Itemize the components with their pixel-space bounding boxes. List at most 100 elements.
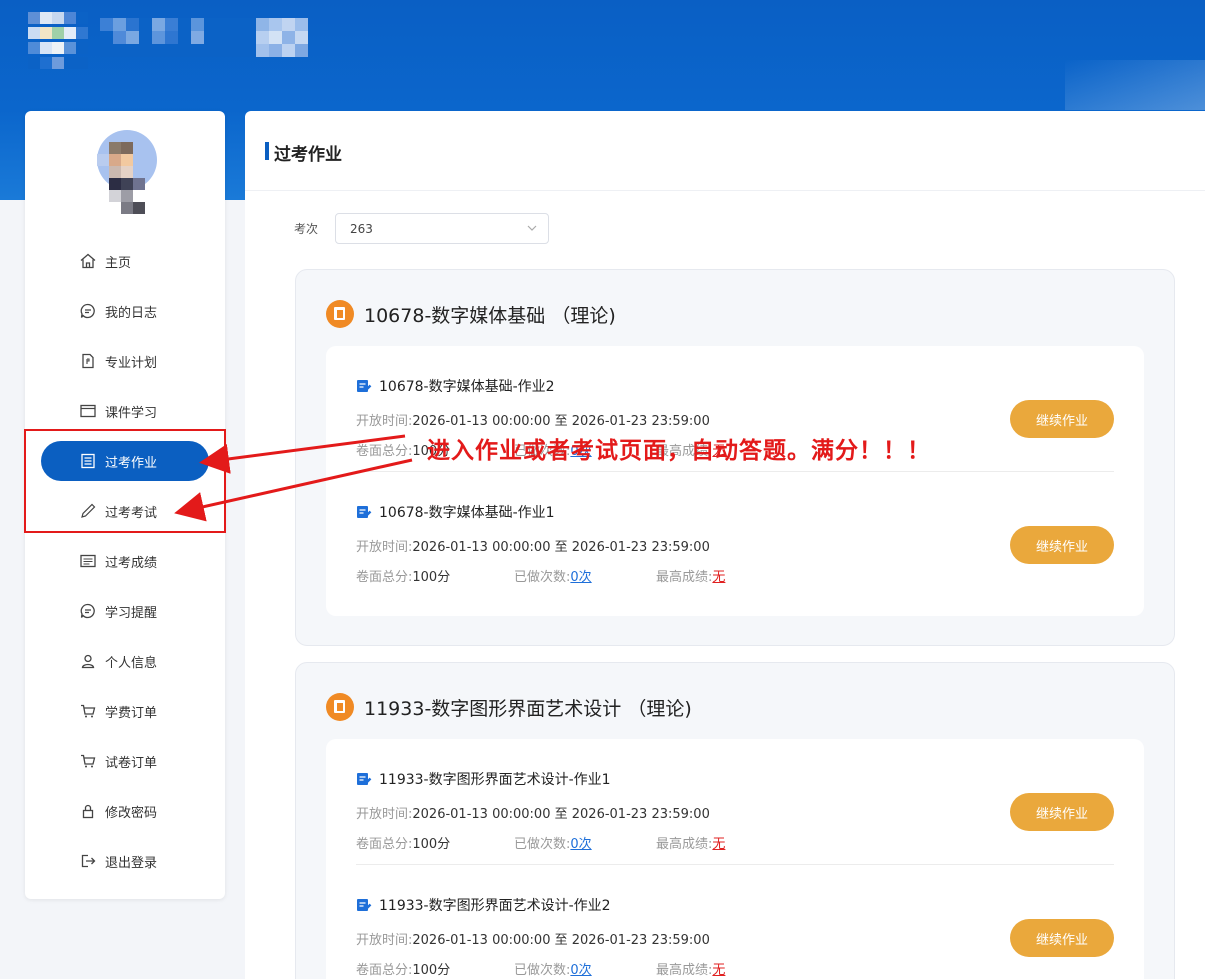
homework-list: 11933-数字图形界面艺术设计-作业1 开放时间:2026-01-13 00:… bbox=[326, 739, 1144, 979]
to-label: 至 bbox=[554, 540, 568, 555]
sidebar-item-label: 我的日志 bbox=[105, 305, 158, 321]
logout-icon bbox=[81, 854, 96, 868]
total-score: 100分 bbox=[412, 837, 451, 852]
sidebar-item-logout[interactable]: 退出登录 bbox=[25, 836, 225, 886]
homework-meta: 卷面总分: 100分 已做次数: 0次 最高成绩: 无 bbox=[356, 959, 725, 978]
document-icon bbox=[82, 353, 94, 369]
done-count-link[interactable]: 0次 bbox=[570, 959, 591, 978]
total-label: 卷面总分: bbox=[356, 837, 413, 852]
homework-title-text: 10678-数字媒体基础-作业1 bbox=[379, 505, 555, 521]
start-time: 2026-01-13 00:00:00 bbox=[412, 933, 551, 948]
homework-meta: 卷面总分: 100分 已做次数: 0次 最高成绩: 无 bbox=[356, 833, 725, 852]
sidebar-item-plan[interactable]: 专业计划 bbox=[25, 336, 225, 386]
list-icon bbox=[81, 453, 95, 469]
continue-homework-button[interactable]: 继续作业 bbox=[1010, 919, 1114, 957]
sidebar-nav: 主页 我的日志 专业计划 课件学习 过考作业 过考考试 过考成绩 学习提醒 个人… bbox=[25, 236, 225, 886]
course-name: 10678-数字媒体基础 （理论) bbox=[364, 304, 616, 327]
sidebar-item-tuition-orders[interactable]: 学费订单 bbox=[25, 686, 225, 736]
sidebar-item-label: 退出登录 bbox=[105, 855, 158, 871]
filter-label: 考次 bbox=[294, 222, 319, 236]
best-score-link[interactable]: 无 bbox=[712, 959, 725, 978]
continue-homework-button[interactable]: 继续作业 bbox=[1010, 526, 1114, 564]
continue-homework-button[interactable]: 继续作业 bbox=[1010, 793, 1114, 831]
lock-icon bbox=[82, 804, 94, 819]
sidebar-item-label: 课件学习 bbox=[105, 405, 158, 421]
grades-icon bbox=[80, 554, 96, 568]
open-time-label: 开放时间: bbox=[356, 414, 413, 429]
course-card: 11933-数字图形界面艺术设计 （理论) 11933-数字图形界面艺术设计-作… bbox=[295, 662, 1175, 979]
best-label: 最高成绩: bbox=[656, 837, 713, 852]
homework-title: 11933-数字图形界面艺术设计-作业1 bbox=[356, 769, 611, 789]
to-label: 至 bbox=[554, 933, 568, 948]
chat-icon bbox=[80, 303, 95, 319]
book-icon bbox=[326, 300, 354, 328]
sidebar-item-label: 学习提醒 bbox=[105, 605, 158, 621]
page-title: 过考作业 bbox=[274, 145, 342, 165]
chevron-down-icon bbox=[527, 225, 537, 231]
done-label: 已做次数: bbox=[514, 570, 571, 585]
end-time: 2026-01-23 23:59:00 bbox=[571, 414, 710, 429]
homework-meta: 卷面总分: 100分 已做次数: 0次 最高成绩: 无 bbox=[356, 566, 725, 585]
open-time: 开放时间:2026-01-13 00:00:00 至 2026-01-23 23… bbox=[356, 536, 710, 555]
continue-homework-button[interactable]: 继续作业 bbox=[1010, 400, 1114, 438]
total-label: 卷面总分: bbox=[356, 444, 413, 459]
sidebar-item-home[interactable]: 主页 bbox=[25, 236, 225, 286]
book-icon bbox=[326, 693, 354, 721]
sidebar-item-label: 个人信息 bbox=[105, 655, 158, 671]
window-icon bbox=[80, 404, 96, 418]
done-count-link[interactable]: 0次 bbox=[570, 566, 591, 585]
course-header: 10678-数字媒体基础 （理论) bbox=[326, 300, 616, 328]
header-decoration bbox=[1065, 60, 1205, 110]
sidebar-item-label: 修改密码 bbox=[105, 805, 158, 821]
best-score-link[interactable]: 无 bbox=[712, 833, 725, 852]
done-count-link[interactable]: 0次 bbox=[570, 833, 591, 852]
end-time: 2026-01-23 23:59:00 bbox=[571, 540, 710, 555]
total-label: 卷面总分: bbox=[356, 963, 413, 978]
sidebar-item-change-password[interactable]: 修改密码 bbox=[25, 786, 225, 836]
best-label: 最高成绩: bbox=[656, 963, 713, 978]
total-score: 100分 bbox=[412, 570, 451, 585]
sidebar-item-label: 主页 bbox=[105, 255, 132, 271]
page-header: 过考作业 bbox=[245, 111, 1205, 191]
sidebar-item-reminder[interactable]: 学习提醒 bbox=[25, 586, 225, 636]
open-time-label: 开放时间: bbox=[356, 540, 413, 555]
open-time-label: 开放时间: bbox=[356, 807, 413, 822]
done-label: 已做次数: bbox=[514, 963, 571, 978]
user-icon bbox=[81, 654, 95, 669]
course-header: 11933-数字图形界面艺术设计 （理论) bbox=[326, 693, 692, 721]
select-value: 263 bbox=[350, 221, 373, 236]
open-time: 开放时间:2026-01-13 00:00:00 至 2026-01-23 23… bbox=[356, 929, 710, 948]
end-time: 2026-01-23 23:59:00 bbox=[571, 933, 710, 948]
open-time-label: 开放时间: bbox=[356, 933, 413, 948]
homework-item: 11933-数字图形界面艺术设计-作业1 开放时间:2026-01-13 00:… bbox=[326, 739, 1144, 865]
sidebar-item-grades[interactable]: 过考成绩 bbox=[25, 536, 225, 586]
annotation-text: 进入作业或者考试页面，自动答题。满分！！！ bbox=[427, 438, 931, 464]
avatar bbox=[97, 130, 157, 220]
exam-session-select[interactable]: 263 bbox=[335, 213, 549, 244]
edit-icon bbox=[357, 773, 372, 785]
homework-title-text: 11933-数字图形界面艺术设计-作业1 bbox=[379, 772, 611, 788]
main-panel: 过考作业 考次 263 10678-数字媒体基础 （理论) 10678-数字媒体… bbox=[245, 111, 1205, 979]
total-score: 100分 bbox=[412, 963, 451, 978]
to-label: 至 bbox=[554, 807, 568, 822]
homework-list: 10678-数字媒体基础-作业2 开放时间:2026-01-13 00:00:0… bbox=[326, 346, 1144, 616]
edit-icon bbox=[357, 899, 372, 911]
start-time: 2026-01-13 00:00:00 bbox=[412, 807, 551, 822]
start-time: 2026-01-13 00:00:00 bbox=[412, 540, 551, 555]
sidebar-item-label: 试卷订单 bbox=[105, 755, 158, 771]
title-accent-bar bbox=[265, 142, 269, 160]
homework-title: 10678-数字媒体基础-作业2 bbox=[356, 376, 555, 396]
sidebar-item-diary[interactable]: 我的日志 bbox=[25, 286, 225, 336]
sidebar-item-profile[interactable]: 个人信息 bbox=[25, 636, 225, 686]
open-time: 开放时间:2026-01-13 00:00:00 至 2026-01-23 23… bbox=[356, 410, 710, 429]
best-label: 最高成绩: bbox=[656, 570, 713, 585]
annotation-highlight-box bbox=[24, 429, 226, 533]
homework-item: 10678-数字媒体基础-作业1 开放时间:2026-01-13 00:00:0… bbox=[326, 472, 1144, 598]
home-icon bbox=[80, 253, 96, 269]
sidebar-item-label: 学费订单 bbox=[105, 705, 158, 721]
open-time: 开放时间:2026-01-13 00:00:00 至 2026-01-23 23… bbox=[356, 803, 710, 822]
homework-title: 10678-数字媒体基础-作业1 bbox=[356, 502, 555, 522]
sidebar-item-paper-orders[interactable]: 试卷订单 bbox=[25, 736, 225, 786]
to-label: 至 bbox=[554, 414, 568, 429]
best-score-link[interactable]: 无 bbox=[712, 566, 725, 585]
